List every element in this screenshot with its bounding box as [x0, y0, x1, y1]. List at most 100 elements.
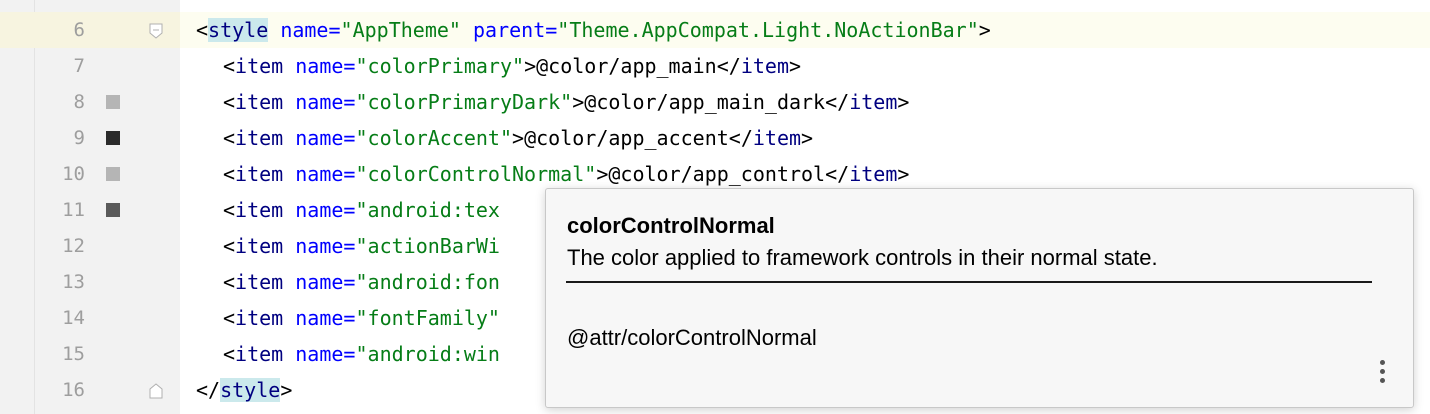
code-token: name=	[295, 306, 356, 330]
line-number: 6	[73, 19, 85, 41]
code-text[interactable]: <item name="actionBarWi	[223, 228, 500, 264]
code-text[interactable]: <item name="colorAccent">@color/app_acce…	[223, 120, 813, 156]
code-token: "colorPrimaryDark"	[355, 90, 573, 114]
code-token: item	[235, 198, 284, 222]
code-token: </	[825, 162, 850, 186]
code-text[interactable]: <style name="AppTheme" parent="Theme.App…	[196, 12, 991, 48]
code-token: </	[196, 378, 221, 402]
gutter-cell	[0, 300, 180, 336]
code-token: @color/app_accent	[524, 126, 729, 150]
code-token: name=	[295, 198, 356, 222]
code-token: </	[825, 90, 850, 114]
code-token: item	[740, 54, 789, 78]
more-vertical-icon[interactable]	[1372, 357, 1392, 385]
code-text[interactable]: <item name="colorControlNormal">@color/a…	[223, 156, 909, 192]
code-text[interactable]: <item name="android:tex	[223, 192, 500, 228]
line-number: 15	[62, 343, 85, 365]
code-token: @color/app_main_dark	[584, 90, 826, 114]
code-token: item	[849, 90, 898, 114]
gutter-cell	[0, 228, 180, 264]
doc-description: The color applied to framework controls …	[567, 245, 1158, 270]
doc-title: colorControlNormal	[567, 213, 775, 238]
code-token: "Theme.AppCompat.Light.NoActionBar"	[557, 18, 979, 42]
code-token: <	[223, 270, 236, 294]
code-token: name=	[295, 270, 356, 294]
color-swatch-icon[interactable]	[106, 167, 120, 181]
code-token: name=	[295, 126, 356, 150]
code-token: >	[801, 126, 814, 150]
code-token: name=	[295, 342, 356, 366]
code-text[interactable]: </style>	[196, 372, 292, 408]
color-swatch-icon[interactable]	[106, 131, 120, 145]
code-token: "android:win	[355, 342, 500, 366]
line-number: 11	[62, 199, 85, 221]
code-token: "AppTheme"	[340, 18, 461, 42]
code-token: "colorControlNormal"	[355, 162, 597, 186]
color-swatch-icon[interactable]	[106, 203, 120, 217]
code-token: >	[978, 18, 991, 42]
code-token: "colorAccent"	[355, 126, 513, 150]
code-token: name=	[280, 18, 341, 42]
code-token: <	[223, 54, 236, 78]
code-token: </	[728, 126, 753, 150]
code-token: item	[235, 90, 284, 114]
partial-top-line: <!-- theme -->	[195, 0, 364, 8]
code-line[interactable]: 6 <style name="AppTheme" parent="Theme.Ap…	[0, 12, 1430, 48]
code-token: </	[716, 54, 741, 78]
line-number: 16	[62, 379, 85, 401]
code-line[interactable]: 7 <item name="colorPrimary">@color/app_ma…	[0, 48, 1430, 84]
code-token: <	[223, 198, 236, 222]
color-swatch-icon[interactable]	[106, 95, 120, 109]
code-token: item	[235, 54, 284, 78]
fold-end-icon[interactable]	[149, 383, 163, 399]
code-token: >	[572, 90, 585, 114]
gutter-cell	[0, 156, 180, 192]
line-number: 10	[62, 163, 85, 185]
line-number: 9	[73, 127, 85, 149]
code-text[interactable]: <item name="colorPrimaryDark">@color/app…	[223, 84, 909, 120]
code-text[interactable]: <item name="colorPrimary">@color/app_mai…	[223, 48, 801, 84]
code-token: name=	[295, 234, 356, 258]
code-token: item	[849, 162, 898, 186]
code-token: >	[512, 126, 525, 150]
code-token: <	[196, 18, 209, 42]
fold-collapse-icon[interactable]	[149, 23, 163, 39]
code-line[interactable]: 9 <item name="colorAccent">@color/app_acc…	[0, 120, 1430, 156]
code-token: "android:tex	[355, 198, 500, 222]
code-token: "fontFamily"	[355, 306, 500, 330]
code-token: @color/app_control	[608, 162, 826, 186]
code-token: name=	[295, 90, 356, 114]
code-editor[interactable]: <!-- theme --> 6 <style name="AppTheme" p…	[0, 0, 1430, 414]
code-token: name=	[295, 162, 356, 186]
code-token: "actionBarWi	[355, 234, 500, 258]
line-number: 8	[73, 91, 85, 113]
gutter-cell	[0, 336, 180, 372]
code-line[interactable]: 8 <item name="colorPrimaryDark">@color/ap…	[0, 84, 1430, 120]
code-token: @color/app_main	[536, 54, 717, 78]
code-token: <	[223, 342, 236, 366]
code-text[interactable]: <item name="fontFamily"	[223, 300, 500, 336]
code-token: >	[280, 378, 293, 402]
line-number: 12	[62, 235, 85, 257]
code-token: item	[235, 306, 284, 330]
code-token: <	[223, 126, 236, 150]
code-token: >	[897, 162, 910, 186]
code-line[interactable]: 10 <item name="colorControlNormal">@color…	[0, 156, 1430, 192]
gutter-cell	[0, 120, 180, 156]
code-token: "colorPrimary"	[355, 54, 525, 78]
documentation-popup: colorControlNormal The color applied to …	[545, 188, 1414, 408]
code-text[interactable]: <item name="android:win	[223, 336, 500, 372]
code-token: item	[235, 162, 284, 186]
code-text[interactable]: <item name="android:fon	[223, 264, 500, 300]
